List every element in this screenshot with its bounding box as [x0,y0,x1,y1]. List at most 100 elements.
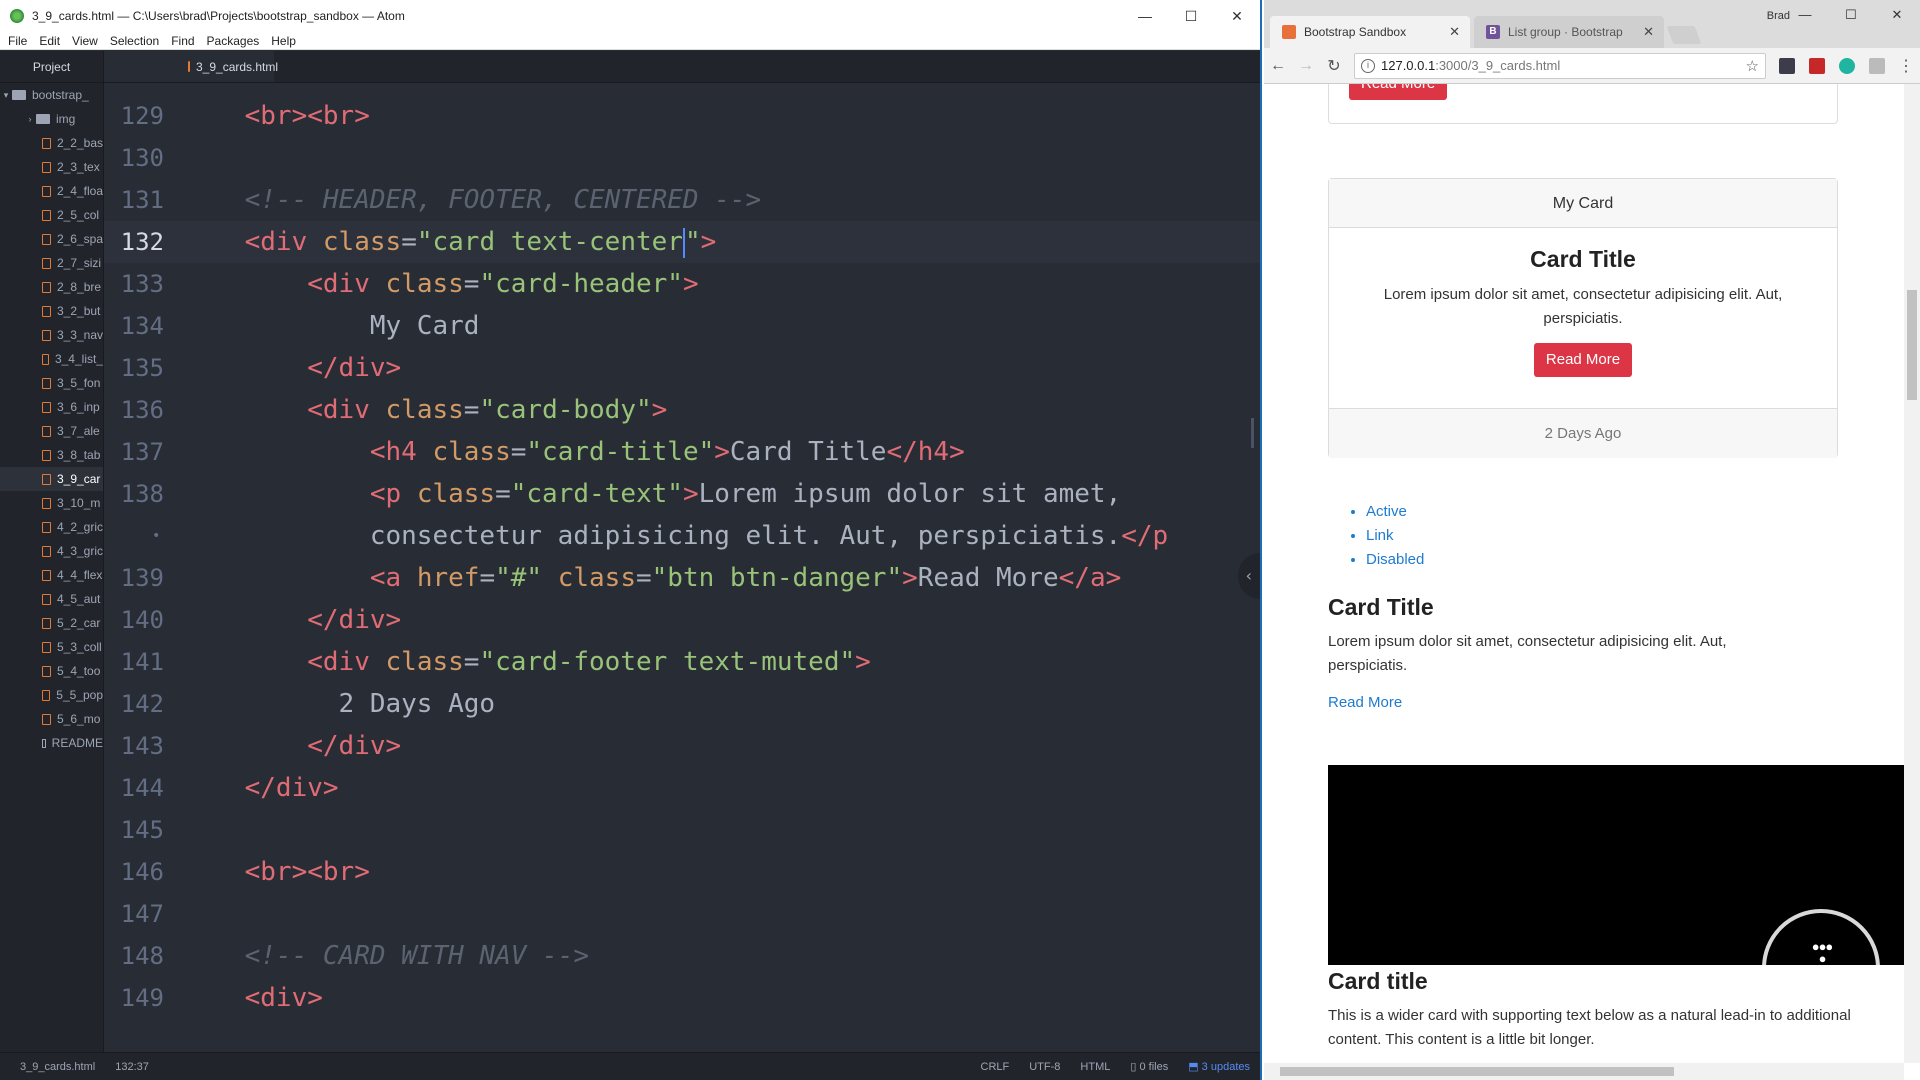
tree-item[interactable]: 2_6_spa [0,227,103,251]
status-grammar[interactable]: HTML [1080,1061,1110,1073]
code-line[interactable]: 135 </div> [104,347,1260,389]
status-file[interactable]: 3_9_cards.html [20,1061,95,1073]
code-line[interactable]: 129 <br><br> [104,95,1260,137]
code-line[interactable]: 144 </div> [104,767,1260,809]
code-editor[interactable]: 149 <div> 148 <!-- CARD WITH NAV --> 147 14… [104,83,1260,1052]
menu-selection[interactable]: Selection [110,32,159,49]
menu-packages[interactable]: Packages [207,32,260,49]
tree-item[interactable]: 5_5_pop [0,683,103,707]
address-bar[interactable]: i 127.0.0.1:3000/3_9_cards.html ☆ [1354,52,1766,79]
code-line[interactable]: 149 <div> [104,977,1260,1019]
code-line[interactable]: 139 <a href="#" class="btn btn-danger">R… [104,557,1260,599]
tree-item[interactable]: 5_4_too [0,659,103,683]
code-line[interactable]: 136 <div class="card-body"> [104,389,1260,431]
tree-item[interactable]: 3_3_nav [0,323,103,347]
tree-item[interactable]: 2_2_bas [0,131,103,155]
back-arrow-icon[interactable]: ← [1264,57,1292,75]
tree-item[interactable]: › img [0,107,103,131]
close-button[interactable]: ✕ [1874,0,1920,30]
minimize-button[interactable]: — [1782,0,1828,30]
status-updates[interactable]: ⬒ 3 updates [1188,1060,1250,1073]
status-encoding[interactable]: UTF-8 [1029,1061,1060,1073]
menu-help[interactable]: Help [271,32,296,49]
code-line[interactable]: 131 <!-- HEADER, FOOTER, CENTERED --> [104,179,1260,221]
scrollbar-thumb[interactable] [1280,1067,1674,1076]
status-line-ending[interactable]: CRLF [981,1061,1010,1073]
extension-icon[interactable] [1779,57,1795,74]
code-line[interactable]: 143 </div> [104,725,1260,767]
tree-item[interactable]: 3_5_fon [0,371,103,395]
scrollbar-thumb[interactable] [1907,290,1917,400]
tree-item[interactable]: 2_8_bre [0,275,103,299]
read-more-button[interactable]: Read More [1533,343,1633,377]
tree-item[interactable]: 3_4_list_ [0,347,103,371]
extension-icon[interactable] [1809,57,1825,74]
code-line[interactable]: 132 <div class="card text-center"> [104,221,1260,263]
menu-file[interactable]: File [8,32,27,49]
vertical-scrollbar[interactable] [1904,84,1920,1063]
tree-item[interactable]: 2_4_floa [0,179,103,203]
tree-item[interactable]: 3_8_tab [0,443,103,467]
reload-icon[interactable]: ↻ [1320,56,1348,76]
code-line[interactable]: 141 <div class="card-footer text-muted"> [104,641,1260,683]
code-line[interactable]: 137 <h4 class="card-title">Card Title</h… [104,431,1260,473]
browser-tab-inactive[interactable]: B List group · Bootstrap ✕ [1474,16,1664,48]
tree-item[interactable]: 3_2_but [0,299,103,323]
tree-item[interactable]: 2_3_tex [0,155,103,179]
browser-tab-active[interactable]: Bootstrap Sandbox ✕ [1270,16,1470,48]
tree-item[interactable]: 3_10_m [0,491,103,515]
tree-item[interactable]: 4_4_flex [0,563,103,587]
maximize-button[interactable]: ☐ [1828,0,1874,30]
editor-tab[interactable]: 3_9_cards.html [104,51,278,82]
code-line[interactable]: 128 [104,83,1260,95]
close-tab-icon[interactable]: ✕ [1643,24,1654,40]
tree-item[interactable]: README [0,731,103,755]
code-line[interactable]: 145 [104,809,1260,851]
tree-item[interactable]: 2_5_col [0,203,103,227]
menu-edit[interactable]: Edit [39,32,60,49]
tree-item[interactable]: 5_2_car [0,611,103,635]
maximize-button[interactable]: ☐ [1168,0,1214,32]
status-cursor-position[interactable]: 132:37 [115,1061,149,1073]
nav-item-link[interactable]: Link [1366,524,1424,548]
tree-item[interactable]: 4_3_gric [0,539,103,563]
code-line[interactable]: 134 My Card [104,305,1260,347]
editor-scrollbar[interactable] [1251,418,1254,448]
code-line[interactable]: 148 <!-- CARD WITH NAV --> [104,935,1260,977]
status-git-files[interactable]: ▯ 0 files [1130,1060,1168,1073]
nav-item-active[interactable]: Active [1366,500,1424,524]
read-more-button[interactable]: Read More [1349,84,1448,100]
bookmark-star-icon[interactable]: ☆ [1746,57,1759,75]
close-button[interactable]: ✕ [1214,0,1260,32]
code-line[interactable]: 146 <br><br> [104,851,1260,893]
read-more-link[interactable]: Read More [1328,694,1402,711]
menu-find[interactable]: Find [171,32,194,49]
menu-view[interactable]: View [72,32,98,49]
tree-item[interactable]: 3_9_car [0,467,103,491]
code-line[interactable]: 130 [104,137,1260,179]
new-tab-button[interactable] [1666,26,1702,44]
info-icon[interactable]: i [1361,58,1375,73]
tree-root-folder[interactable]: ▾ bootstrap_ [0,83,103,107]
nav-item-disabled[interactable]: Disabled [1366,548,1424,572]
extension-icon[interactable] [1839,57,1855,74]
code-line[interactable]: 147 [104,893,1260,935]
code-line[interactable]: 140 </div> [104,599,1260,641]
tree-item[interactable]: 2_7_sizi [0,251,103,275]
extension-icon[interactable] [1869,57,1885,74]
code-line[interactable]: 142 2 Days Ago [104,683,1260,725]
tree-item[interactable]: 5_6_mo [0,707,103,731]
tree-header[interactable]: Project [0,51,103,83]
tree-item[interactable]: 4_5_aut [0,587,103,611]
chrome-menu-icon[interactable]: ⋮ [1892,56,1920,76]
code-line[interactable]: • consectetur adipisicing elit. Aut, per… [104,515,1260,557]
tree-item[interactable]: 3_6_inp [0,395,103,419]
horizontal-scrollbar[interactable] [1264,1063,1904,1080]
minimize-button[interactable]: — [1122,0,1168,32]
code-line[interactable]: 133 <div class="card-header"> [104,263,1260,305]
tree-item[interactable]: 4_2_gric [0,515,103,539]
code-line[interactable]: 138 <p class="card-text">Lorem ipsum dol… [104,473,1260,515]
tree-item[interactable]: 3_7_ale [0,419,103,443]
forward-arrow-icon[interactable]: → [1292,57,1320,75]
tree-item[interactable]: 5_3_coll [0,635,103,659]
